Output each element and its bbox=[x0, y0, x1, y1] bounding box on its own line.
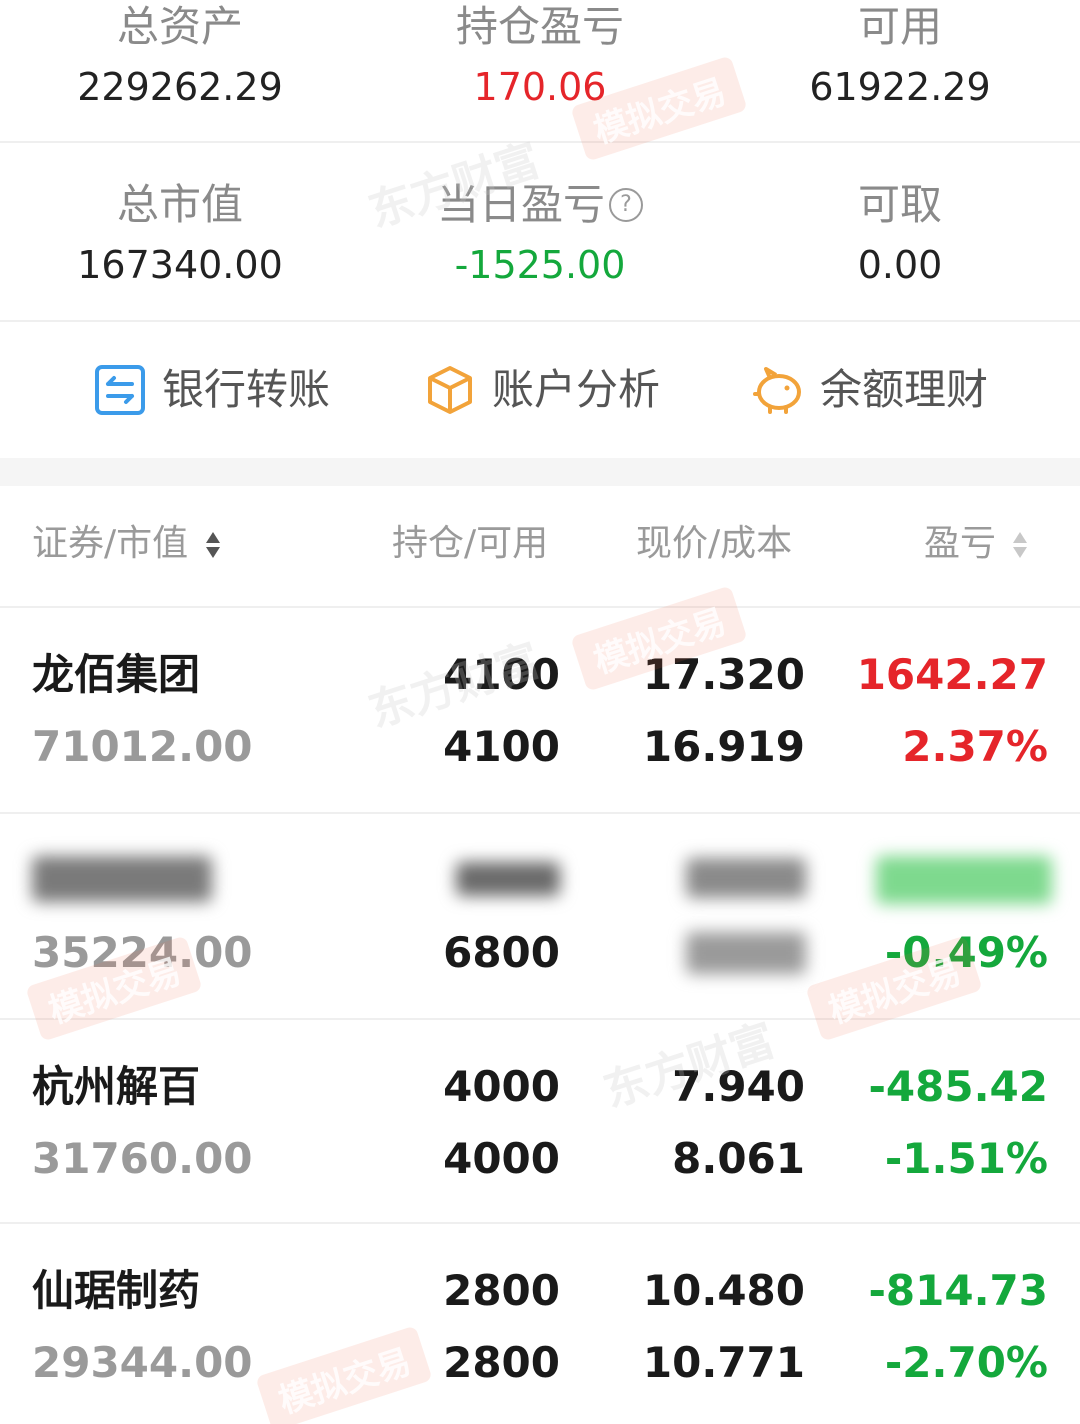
total-market-value: 总市值 167340.00 bbox=[0, 180, 360, 287]
daily-pnl-value: -1525.00 bbox=[454, 243, 626, 287]
header-price: 现价/成本 bbox=[636, 523, 793, 564]
table-row[interactable]: 龙佰集团 71012.00 4100 4100 17.320 16.919 16… bbox=[0, 608, 1080, 812]
total-market-value-label: 总市值 bbox=[116, 180, 243, 229]
bank-transfer-button[interactable]: 银行转账 bbox=[94, 360, 330, 420]
sort-icon bbox=[205, 532, 220, 558]
stock-cost: 16.919 bbox=[642, 722, 805, 771]
stock-market-value: 31760.00 bbox=[32, 1134, 253, 1183]
box-icon bbox=[428, 366, 472, 414]
table-row[interactable]: 杭州解百 31760.00 4000 4000 7.940 8.061 -485… bbox=[0, 1020, 1080, 1222]
help-icon[interactable]: ? bbox=[609, 188, 643, 222]
header-position: 持仓/可用 bbox=[392, 523, 549, 564]
total-assets-label: 总资产 bbox=[116, 2, 243, 51]
account-analysis-label: 账户分析 bbox=[492, 365, 661, 414]
obscured-price bbox=[686, 858, 806, 898]
daily-pnl-label: 当日盈亏 bbox=[436, 180, 605, 229]
stock-pnl-percent: -1.51% bbox=[884, 1134, 1048, 1183]
summary-row-2: 总市值 167340.00 当日盈亏 ? -1525.00 可取 0.00 bbox=[0, 180, 1080, 287]
stock-cost: 8.061 bbox=[672, 1134, 805, 1183]
divider bbox=[0, 141, 1080, 143]
holdings-table-header: 证券/市值 持仓/可用 现价/成本 盈亏 bbox=[0, 486, 1080, 606]
stock-pnl-percent: -0.49% bbox=[884, 928, 1048, 977]
summary-row-1: 总资产 229262.29 持仓盈亏 170.06 可用 61922.29 bbox=[0, 2, 1080, 109]
available-funds: 可用 61922.29 bbox=[720, 2, 1080, 109]
available-funds-label: 可用 bbox=[857, 2, 942, 51]
account-analysis-button[interactable]: 账户分析 bbox=[424, 360, 660, 420]
stock-name: 龙佰集团 bbox=[32, 650, 201, 699]
stock-name: 仙琚制药 bbox=[32, 1266, 201, 1315]
daily-pnl: 当日盈亏 ? -1525.00 bbox=[360, 180, 720, 284]
stock-market-value: 71012.00 bbox=[32, 722, 253, 771]
obscured-position bbox=[456, 862, 560, 896]
stock-available: 4000 bbox=[443, 1134, 560, 1183]
table-row[interactable]: 35224.00 6800 -0.49% bbox=[0, 814, 1080, 1018]
stock-pnl-percent: -2.70% bbox=[884, 1338, 1048, 1387]
stock-market-value: 35224.00 bbox=[32, 928, 253, 977]
stock-pnl: 1642.27 bbox=[856, 650, 1048, 699]
stock-available: 6800 bbox=[443, 928, 560, 977]
available-funds-value: 61922.29 bbox=[809, 65, 991, 109]
stock-pnl-percent: 2.37% bbox=[902, 722, 1048, 771]
action-bar: 银行转账 账户分析 余额理财 bbox=[0, 322, 1080, 458]
header-security-label: 证券/市值 bbox=[32, 523, 189, 564]
stock-position: 4000 bbox=[443, 1062, 560, 1111]
stock-market-value: 29344.00 bbox=[32, 1338, 253, 1387]
stock-price: 17.320 bbox=[642, 650, 805, 699]
obscured-stock-name bbox=[32, 856, 212, 902]
obscured-cost bbox=[686, 932, 806, 974]
daily-pnl-label-wrap: 当日盈亏 ? bbox=[360, 180, 720, 230]
stock-available: 2800 bbox=[443, 1338, 560, 1387]
stock-pnl: -814.73 bbox=[868, 1266, 1048, 1315]
stock-pnl: -485.42 bbox=[868, 1062, 1048, 1111]
balance-finance-label: 余额理财 bbox=[820, 365, 989, 414]
stock-price: 10.480 bbox=[642, 1266, 805, 1315]
withdrawable-value: 0.00 bbox=[857, 243, 943, 287]
table-row[interactable]: 仙琚制药 29344.00 2800 2800 10.480 10.771 -8… bbox=[0, 1224, 1080, 1424]
withdrawable: 可取 0.00 bbox=[720, 180, 1080, 287]
total-assets: 总资产 229262.29 bbox=[0, 2, 360, 109]
total-assets-value: 229262.29 bbox=[77, 65, 283, 109]
stock-position: 2800 bbox=[443, 1266, 560, 1315]
position-pnl: 持仓盈亏 170.06 bbox=[360, 2, 720, 109]
stock-price: 7.940 bbox=[672, 1062, 805, 1111]
position-pnl-value: 170.06 bbox=[473, 65, 607, 109]
stock-position: 4100 bbox=[443, 650, 560, 699]
stock-cost: 10.771 bbox=[642, 1338, 805, 1387]
piggy-bank-icon bbox=[753, 367, 801, 414]
bank-transfer-label: 银行转账 bbox=[162, 365, 331, 414]
balance-finance-button[interactable]: 余额理财 bbox=[752, 360, 988, 420]
transfer-icon bbox=[95, 365, 145, 415]
withdrawable-label: 可取 bbox=[857, 180, 942, 229]
stock-available: 4100 bbox=[443, 722, 560, 771]
obscured-pnl bbox=[876, 856, 1052, 904]
section-gap bbox=[0, 458, 1080, 486]
stock-name: 杭州解百 bbox=[32, 1062, 201, 1111]
header-pnl-label: 盈亏 bbox=[924, 523, 997, 564]
header-pnl[interactable]: 盈亏 bbox=[924, 526, 1029, 562]
total-market-value-value: 167340.00 bbox=[77, 243, 283, 287]
header-security[interactable]: 证券/市值 bbox=[32, 526, 222, 562]
sort-icon bbox=[1013, 532, 1028, 558]
position-pnl-label: 持仓盈亏 bbox=[455, 2, 624, 51]
